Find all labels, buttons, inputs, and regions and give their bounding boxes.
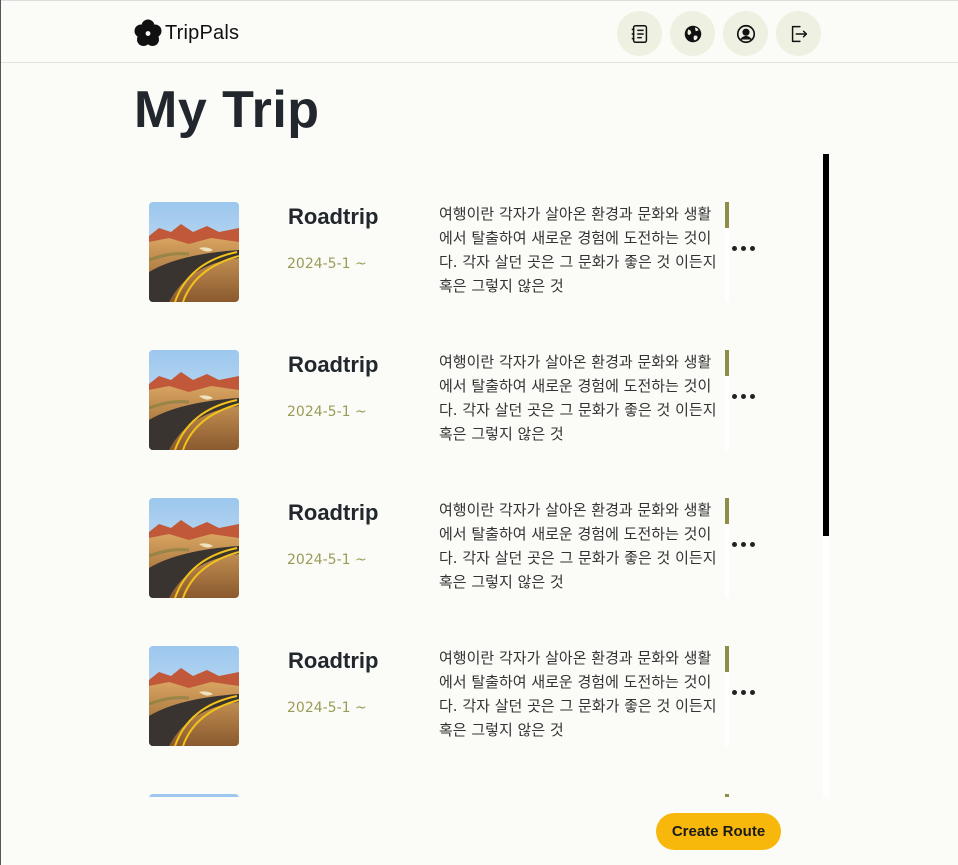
trip-description: 여행이란 각자가 살아온 환경과 문화와 생활에서 탈출하여 새로운 경험에 도…: [439, 794, 723, 797]
trip-date: 2024-5-1 ~: [287, 256, 367, 272]
top-nav: [617, 11, 821, 56]
trip-thumbnail[interactable]: [149, 646, 239, 746]
trip-accent-bar: [725, 350, 729, 450]
trip-accent-bar: [725, 794, 729, 797]
trip-card[interactable]: Roadtrip 2024-5-1 ~ 여행이란 각자가 살아온 환경과 문화와 생…: [134, 350, 824, 460]
page-title: My Trip: [134, 81, 320, 139]
trip-name[interactable]: Roadtrip: [288, 500, 378, 526]
trip-list: Roadtrip 2024-5-1 ~ 여행이란 각자가 살아온 환경과 문화와 생…: [134, 155, 831, 797]
create-route-button[interactable]: Create Route: [656, 813, 781, 850]
trip-date: 2024-5-1 ~: [287, 700, 367, 716]
user-icon: [736, 24, 755, 43]
brand[interactable]: TripPals: [133, 18, 239, 48]
notes-button[interactable]: [617, 11, 662, 56]
trip-card[interactable]: Roadtrip 2024-5-1 ~ 여행이란 각자가 살아온 환경과 문화와 생…: [134, 646, 824, 756]
trip-description: 여행이란 각자가 살아온 환경과 문화와 생활에서 탈출하여 새로운 경험에 도…: [439, 649, 717, 739]
trip-thumbnail[interactable]: [149, 350, 239, 450]
trip-description: 여행이란 각자가 살아온 환경과 문화와 생활에서 탈출하여 새로운 경험에 도…: [439, 205, 717, 295]
trip-name[interactable]: Roadtrip: [288, 648, 378, 674]
trip-card[interactable]: Roadtrip 2024-5-1 ~ 여행이란 각자가 살아온 환경과 문화와 생…: [134, 202, 824, 312]
trip-card[interactable]: Roadtrip 2024-5-1 ~ 여행이란 각자가 살아온 환경과 문화와 생…: [134, 498, 824, 608]
scrollbar-thumb[interactable]: [823, 154, 829, 536]
trip-description: 여행이란 각자가 살아온 환경과 문화와 생활에서 탈출하여 새로운 경험에 도…: [439, 353, 717, 443]
trip-card[interactable]: Roadtrip2024-5-1 ~여행이란 각자가 살아온 환경과 문화와 생…: [134, 794, 824, 797]
explore-button[interactable]: [670, 11, 715, 56]
profile-button[interactable]: [723, 11, 768, 56]
trip-name[interactable]: Roadtrip: [288, 796, 378, 797]
trip-name[interactable]: Roadtrip: [288, 204, 378, 230]
trip-accent-bar: [725, 202, 729, 302]
trip-accent-bar: [725, 646, 729, 746]
logout-button[interactable]: [776, 11, 821, 56]
globe-icon: [684, 25, 701, 42]
more-options-icon[interactable]: [732, 534, 760, 554]
trip-thumbnail[interactable]: [149, 202, 239, 302]
trip-thumbnail[interactable]: [149, 498, 239, 598]
more-options-icon[interactable]: [732, 682, 760, 702]
trip-date: 2024-5-1 ~: [287, 552, 367, 568]
flower-icon: [134, 19, 162, 46]
scrollbar-track[interactable]: [823, 154, 829, 797]
trip-date: 2024-5-1 ~: [287, 404, 367, 420]
notebook-icon: [631, 24, 647, 43]
trip-accent-bar: [725, 498, 729, 598]
top-bar: TripPals: [1, 0, 958, 63]
more-options-icon[interactable]: [732, 238, 760, 258]
more-options-icon[interactable]: [732, 386, 760, 406]
trip-thumbnail[interactable]: [149, 794, 239, 797]
logout-icon: [791, 25, 807, 42]
trip-name[interactable]: Roadtrip: [288, 352, 378, 378]
trip-description: 여행이란 각자가 살아온 환경과 문화와 생활에서 탈출하여 새로운 경험에 도…: [439, 501, 717, 591]
app-name: TripPals: [165, 21, 240, 44]
